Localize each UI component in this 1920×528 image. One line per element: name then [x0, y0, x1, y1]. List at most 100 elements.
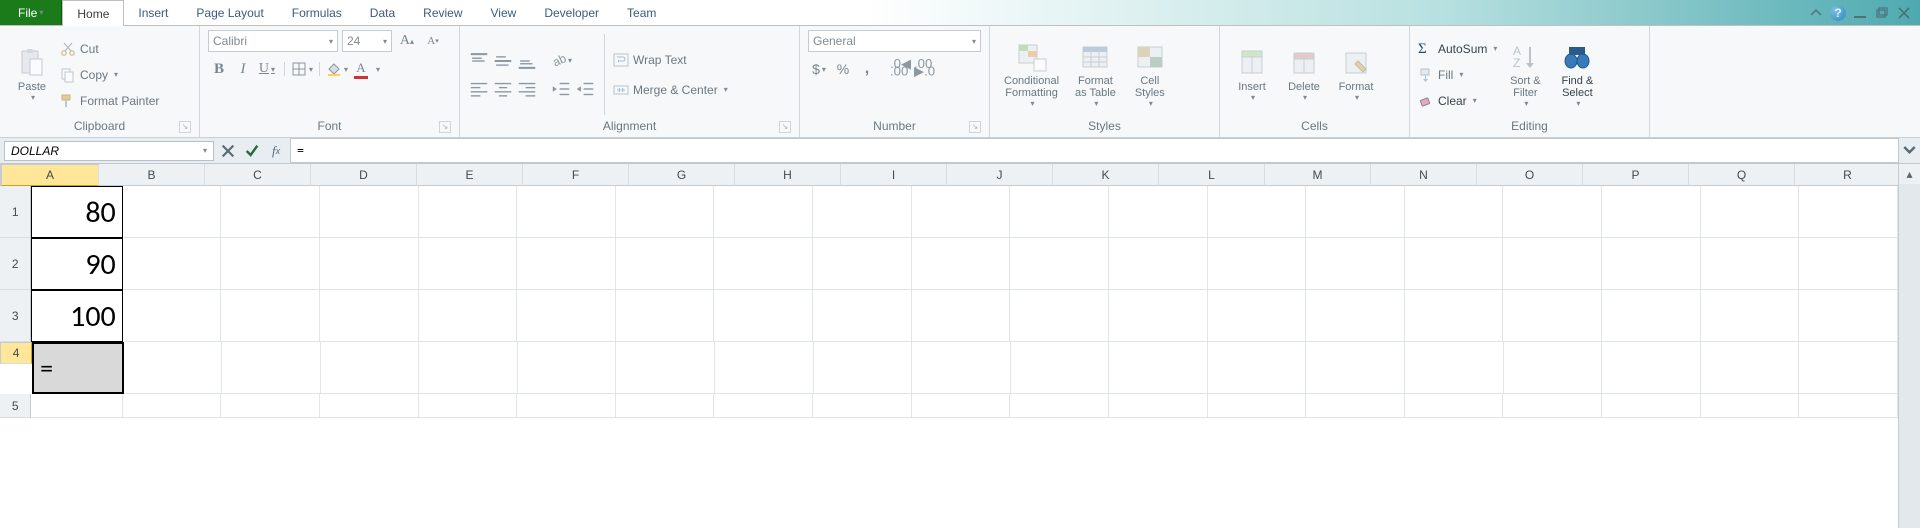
enter-formula-button[interactable]	[244, 143, 260, 159]
insert-cells-button[interactable]: Insert▾	[1228, 45, 1276, 104]
chevron-down-icon[interactable]: ▾	[203, 146, 207, 155]
cell-S2[interactable]	[1799, 238, 1898, 290]
increase-decimal-button[interactable]: .0◀.00	[890, 58, 912, 80]
tab-review[interactable]: Review	[409, 0, 476, 25]
cell-B1[interactable]	[123, 186, 222, 238]
cell-C4[interactable]	[222, 342, 321, 394]
cell-F4[interactable]	[518, 342, 617, 394]
cell-F3[interactable]	[517, 290, 616, 342]
cell-M1[interactable]	[1208, 186, 1307, 238]
cell-B2[interactable]	[123, 238, 222, 290]
cell-R3[interactable]	[1701, 290, 1800, 342]
fill-button[interactable]: Fill▾	[1418, 63, 1497, 87]
font-family-select[interactable]: ▾	[208, 30, 338, 52]
cell-L3[interactable]	[1109, 290, 1208, 342]
merge-center-button[interactable]: Merge & Center▾	[613, 78, 728, 102]
cut-button[interactable]: Cut	[60, 37, 159, 61]
cell-I1[interactable]	[813, 186, 912, 238]
number-format-select[interactable]: ▾	[808, 30, 981, 52]
cell-P5[interactable]	[1503, 394, 1602, 418]
cell-E4[interactable]	[419, 342, 518, 394]
cell-K2[interactable]	[1010, 238, 1109, 290]
cell-L4[interactable]	[1109, 342, 1208, 394]
cell-N5[interactable]	[1306, 394, 1405, 418]
cell-I2[interactable]	[813, 238, 912, 290]
cell-L1[interactable]	[1109, 186, 1208, 238]
row-header-1[interactable]: 1	[0, 186, 31, 238]
vertical-scrollbar[interactable]: ▴	[1898, 164, 1920, 528]
cell-C1[interactable]	[221, 186, 320, 238]
column-header-C[interactable]: C	[205, 164, 311, 186]
cell-D5[interactable]	[320, 394, 419, 418]
restore-icon[interactable]	[1874, 5, 1890, 21]
cancel-formula-button[interactable]	[220, 143, 236, 159]
cell-Q3[interactable]	[1602, 290, 1701, 342]
column-header-B[interactable]: B	[99, 164, 205, 186]
cell-H5[interactable]	[714, 394, 813, 418]
cell-H2[interactable]	[714, 238, 813, 290]
cell-E5[interactable]	[419, 394, 518, 418]
cell-G3[interactable]	[616, 290, 715, 342]
orientation-button[interactable]: ab▾	[550, 50, 572, 72]
cell-S3[interactable]	[1799, 290, 1898, 342]
percent-format-button[interactable]: %	[832, 58, 854, 80]
cell-O5[interactable]	[1405, 394, 1504, 418]
cell-O2[interactable]	[1405, 238, 1504, 290]
cell-M5[interactable]	[1208, 394, 1307, 418]
cell-D1[interactable]	[320, 186, 419, 238]
column-header-Q[interactable]: Q	[1689, 164, 1795, 186]
cell-Q1[interactable]	[1602, 186, 1701, 238]
underline-button[interactable]: U▾	[256, 58, 278, 80]
cell-G1[interactable]	[616, 186, 715, 238]
cell-J5[interactable]	[912, 394, 1011, 418]
cell-N4[interactable]	[1306, 342, 1405, 394]
find-select-button[interactable]: Find & Select▾	[1553, 39, 1601, 110]
cell-D3[interactable]	[320, 290, 419, 342]
name-box-input[interactable]	[11, 144, 201, 158]
format-painter-button[interactable]: Format Painter	[60, 89, 159, 113]
cell-J1[interactable]	[912, 186, 1011, 238]
minimize-icon[interactable]	[1852, 5, 1868, 21]
cell-K3[interactable]	[1010, 290, 1109, 342]
tab-page-layout[interactable]: Page Layout	[182, 0, 277, 25]
cell-J2[interactable]	[912, 238, 1011, 290]
cell-M4[interactable]	[1208, 342, 1307, 394]
tab-view[interactable]: View	[477, 0, 531, 25]
grow-font-button[interactable]: A▴	[396, 30, 418, 52]
cell-A4[interactable]: =	[32, 342, 123, 394]
cell-R2[interactable]	[1701, 238, 1800, 290]
sort-filter-button[interactable]: AZSort & Filter▾	[1501, 39, 1549, 110]
cell-I5[interactable]	[813, 394, 912, 418]
column-header-D[interactable]: D	[311, 164, 417, 186]
cell-J4[interactable]	[912, 342, 1011, 394]
cell-I3[interactable]	[813, 290, 912, 342]
tab-developer[interactable]: Developer	[530, 0, 613, 25]
dialog-launcher-icon[interactable]: ↘	[969, 121, 981, 133]
decrease-indent-button[interactable]	[550, 78, 572, 100]
column-header-N[interactable]: N	[1371, 164, 1477, 186]
cell-D2[interactable]	[320, 238, 419, 290]
cell-L2[interactable]	[1109, 238, 1208, 290]
dialog-launcher-icon[interactable]: ↘	[779, 121, 791, 133]
help-icon[interactable]: ?	[1830, 5, 1846, 21]
cell-S1[interactable]	[1799, 186, 1898, 238]
cell-S4[interactable]	[1799, 342, 1898, 394]
tab-formulas[interactable]: Formulas	[278, 0, 356, 25]
align-right-button[interactable]	[516, 78, 538, 100]
column-header-F[interactable]: F	[523, 164, 629, 186]
cell-P3[interactable]	[1503, 290, 1602, 342]
column-header-L[interactable]: L	[1159, 164, 1265, 186]
format-as-table-button[interactable]: Format as Table▾	[1069, 39, 1122, 110]
tab-data[interactable]: Data	[356, 0, 409, 25]
align-top-button[interactable]	[468, 50, 490, 72]
align-middle-button[interactable]	[492, 50, 514, 72]
cell-B5[interactable]	[123, 394, 222, 418]
cell-B3[interactable]	[123, 290, 222, 342]
cell-N3[interactable]	[1306, 290, 1405, 342]
cell-O1[interactable]	[1405, 186, 1504, 238]
shrink-font-button[interactable]: A▾	[422, 30, 444, 52]
column-header-I[interactable]: I	[841, 164, 947, 186]
comma-format-button[interactable]: ,	[856, 58, 878, 80]
cell-G2[interactable]	[616, 238, 715, 290]
cell-H1[interactable]	[714, 186, 813, 238]
